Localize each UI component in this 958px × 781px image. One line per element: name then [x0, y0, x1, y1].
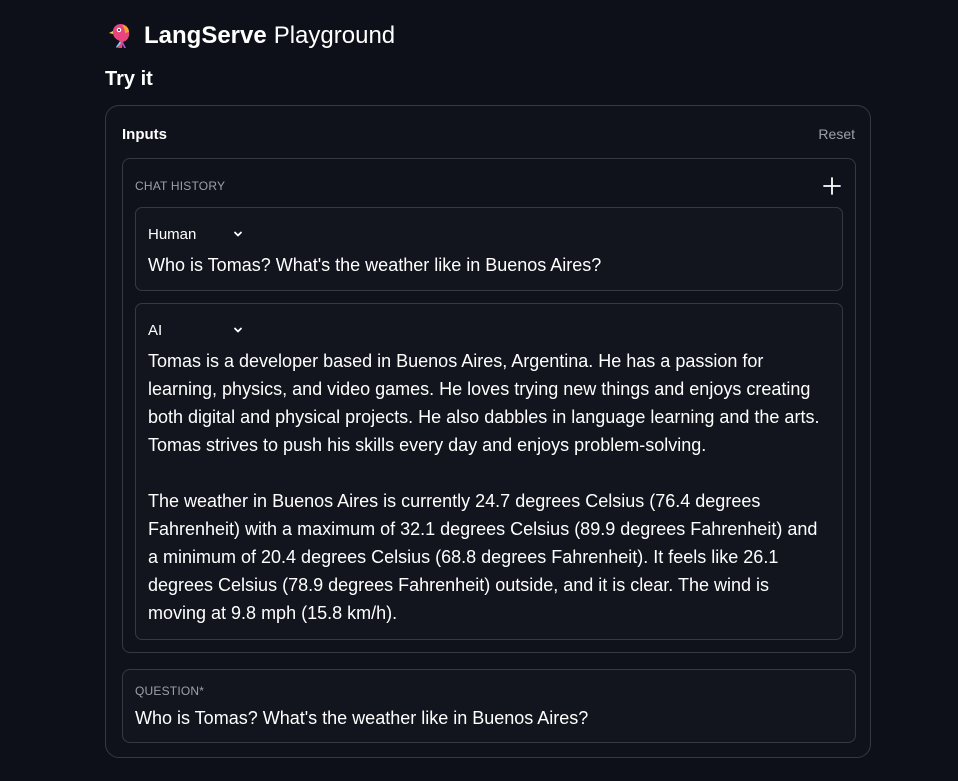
chat-message-ai: AI Tomas is a developer based in Buenos … — [135, 303, 843, 640]
page-title: Try it — [105, 68, 153, 90]
brand-subtitle: Playground — [273, 22, 396, 49]
plus-icon — [823, 177, 841, 195]
reset-button[interactable]: Reset — [818, 126, 855, 142]
question-label: QUESTION* — [135, 684, 205, 698]
message-content-human[interactable]: Who is Tomas? What's the weather like in… — [148, 251, 830, 279]
parrot-logo-icon — [109, 24, 130, 48]
chat-history-label: CHAT HISTORY — [135, 179, 226, 193]
chevron-down-icon — [234, 327, 242, 333]
chevron-down-icon — [234, 231, 242, 237]
role-select-value: Human — [148, 225, 197, 243]
inputs-label: Inputs — [122, 126, 167, 143]
question-input[interactable] — [135, 706, 835, 730]
role-select-ai[interactable]: AI — [148, 320, 244, 340]
chat-history-panel: CHAT HISTORY Human Who is Tomas? What's … — [122, 158, 856, 653]
message-content-ai[interactable]: Tomas is a developer based in Buenos Air… — [148, 347, 830, 627]
brand-name: LangServe — [144, 22, 267, 49]
inputs-card: Inputs Reset CHAT HISTORY Human Who is T… — [105, 105, 871, 758]
add-message-button[interactable] — [821, 175, 843, 197]
role-select-value: AI — [148, 321, 163, 339]
app-header: LangServe Playground — [108, 20, 395, 52]
question-field: QUESTION* — [122, 669, 856, 743]
role-select-human[interactable]: Human — [148, 224, 244, 244]
chat-message-human: Human Who is Tomas? What's the weather l… — [135, 207, 843, 291]
